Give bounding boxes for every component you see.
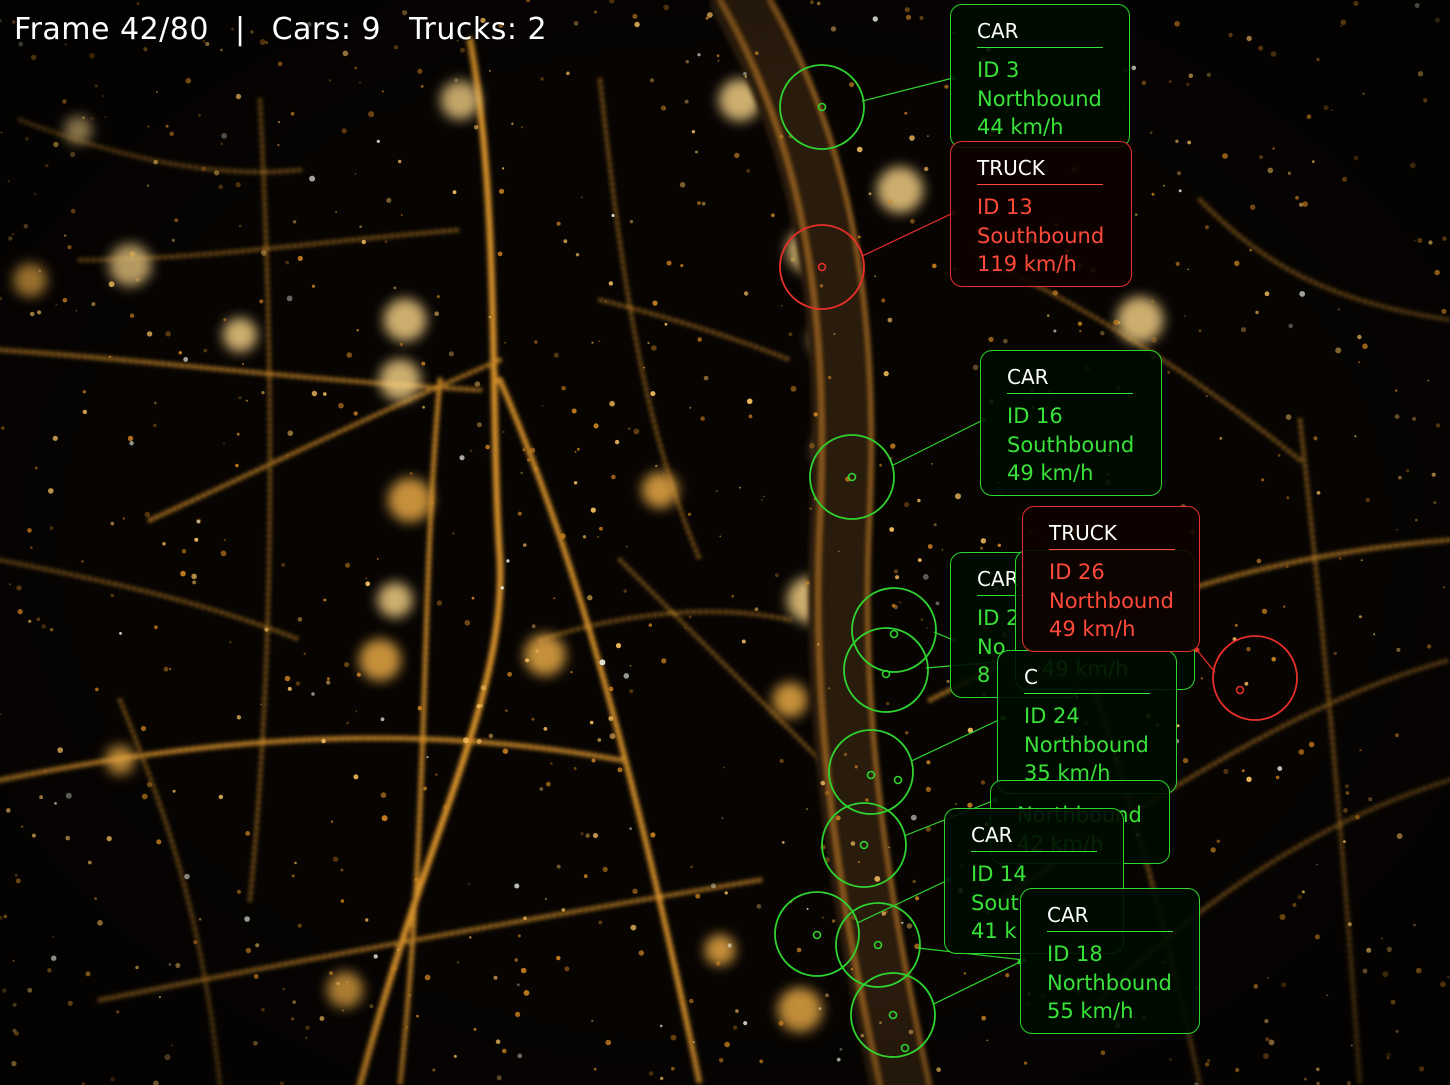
track-ring bbox=[809, 434, 895, 520]
track-ring bbox=[779, 64, 865, 150]
track-center-dot bbox=[893, 775, 903, 785]
track-center-dot bbox=[866, 770, 876, 780]
track-id: ID 14 bbox=[971, 862, 1027, 886]
track-id: ID 3 bbox=[977, 58, 1020, 82]
car-label-card: C ID 24 Northbound 35 km/h bbox=[997, 650, 1177, 794]
vehicle-type-label: CAR bbox=[1047, 903, 1089, 927]
car-label-card: CAR ID 18 Northbound 55 km/h bbox=[1020, 888, 1200, 1034]
leader-line bbox=[932, 961, 1021, 1005]
leader-line bbox=[861, 77, 954, 102]
frame-counter: Frame 42/80 bbox=[14, 12, 209, 47]
vehicle-type-label: CAR bbox=[977, 19, 1019, 43]
tracking-view: Frame 42/80 | Cars: 9 Trucks: 2 CAR ID 3 Nort… bbox=[0, 0, 1450, 1085]
track-center-dot bbox=[900, 1043, 910, 1053]
card-divider bbox=[971, 851, 1097, 852]
truck-label-card: TRUCK ID 26 Northbound 49 km/h bbox=[1022, 506, 1200, 652]
track-id: ID 24 bbox=[1024, 704, 1080, 728]
travel-direction: Southbound bbox=[1007, 432, 1135, 457]
vehicle-speed: 55 km/h bbox=[1047, 999, 1134, 1023]
car-label-card: CAR ID 3 Northbound 44 km/h bbox=[950, 4, 1130, 148]
vehicle-speed: 49 km/h bbox=[1007, 461, 1094, 485]
card-divider bbox=[1007, 393, 1133, 394]
card-divider bbox=[1049, 549, 1175, 550]
track-ring bbox=[835, 902, 921, 988]
card-divider bbox=[977, 47, 1103, 48]
card-divider bbox=[977, 184, 1103, 185]
hud-status: Frame 42/80 | Cars: 9 Trucks: 2 bbox=[14, 12, 547, 47]
card-divider bbox=[1047, 931, 1173, 932]
leader-line bbox=[861, 212, 954, 257]
truck-count: Trucks: 2 bbox=[409, 12, 548, 47]
track-ring bbox=[1212, 635, 1298, 721]
track-center-dot bbox=[817, 102, 827, 112]
vehicle-type-label: CAR bbox=[971, 823, 1013, 847]
track-center-dot bbox=[812, 930, 822, 940]
travel-direction: Northbound bbox=[1024, 732, 1149, 757]
travel-direction: Northbound bbox=[1049, 588, 1174, 613]
track-id: ID 18 bbox=[1047, 942, 1103, 966]
track-ring bbox=[779, 224, 865, 310]
card-divider bbox=[1024, 693, 1150, 694]
track-ring bbox=[850, 972, 936, 1058]
track-center-dot bbox=[889, 629, 899, 639]
track-ring bbox=[821, 802, 907, 888]
truck-label-card: TRUCK ID 13 Southbound 119 km/h bbox=[950, 141, 1132, 287]
track-center-dot bbox=[847, 472, 857, 482]
leader-line bbox=[910, 717, 1004, 762]
track-id: ID 13 bbox=[977, 195, 1033, 219]
car-count: Cars: 9 bbox=[271, 12, 382, 47]
vehicle-type-label: C bbox=[1024, 665, 1038, 689]
vehicle-speed: 119 km/h bbox=[977, 252, 1077, 276]
track-center-dot bbox=[817, 262, 827, 272]
leader-line bbox=[891, 419, 984, 467]
detection-overlay bbox=[774, 64, 1298, 1058]
track-center-dot bbox=[873, 940, 883, 950]
vehicle-type-label: CAR bbox=[1007, 365, 1049, 389]
travel-direction: Northbound bbox=[977, 86, 1102, 111]
track-center-dot bbox=[1235, 685, 1245, 695]
track-id: ID 26 bbox=[1049, 560, 1105, 584]
track-ring bbox=[774, 891, 860, 977]
vehicle-type-label: TRUCK bbox=[1049, 521, 1117, 545]
leader-line bbox=[1196, 649, 1216, 673]
vehicle-speed: 44 km/h bbox=[977, 115, 1064, 139]
vehicle-type-label: TRUCK bbox=[977, 156, 1045, 180]
track-center-dot bbox=[888, 1010, 898, 1020]
car-label-card: CAR ID 16 Southbound 49 km/h bbox=[980, 350, 1162, 496]
hud-separator: | bbox=[234, 12, 246, 47]
track-center-dot bbox=[859, 840, 869, 850]
track-id: ID 16 bbox=[1007, 404, 1063, 428]
vehicle-speed: 49 km/h bbox=[1049, 617, 1136, 641]
travel-direction: Southbound bbox=[977, 223, 1105, 248]
travel-direction: Northbound bbox=[1047, 970, 1172, 995]
